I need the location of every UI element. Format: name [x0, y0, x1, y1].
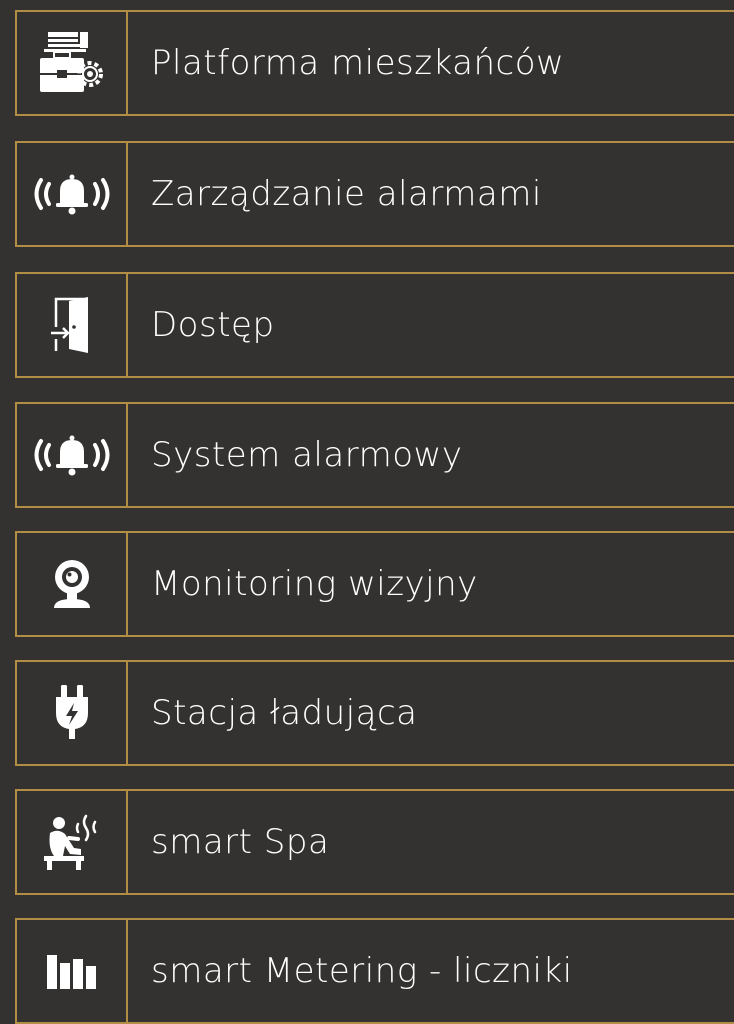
menu-item-label: Zarządzanie alarmami: [151, 174, 542, 214]
door-enter-icon: [50, 295, 94, 355]
menu-item-icon-cell: [17, 143, 128, 245]
menu-list: Platforma mieszkańców Zarządzanie alarma…: [0, 0, 734, 1024]
briefcase-documents-gear-icon: [36, 28, 108, 98]
menu-item-icon-cell: [17, 274, 128, 376]
menu-item-smart-spa[interactable]: smart Spa: [15, 789, 734, 895]
alarm-bell-icon: [29, 432, 115, 478]
menu-item-monitoring-wizyjny[interactable]: Monitoring wizyjny: [15, 531, 734, 637]
menu-item-label: Monitoring wizyjny: [151, 564, 478, 604]
menu-item-label: Platforma mieszkańców: [151, 43, 565, 83]
menu-item-icon-cell: [17, 791, 128, 893]
menu-item-label: System alarmowy: [151, 435, 463, 475]
menu-item-icon-cell: [17, 533, 128, 635]
meter-bars-icon: [45, 953, 99, 989]
menu-item-label: smart Metering - liczniki: [151, 951, 573, 991]
menu-item-label: Dostęp: [151, 305, 275, 345]
menu-item-icon-cell: [17, 404, 128, 506]
menu-item-zarzadzanie-alarmami[interactable]: Zarządzanie alarmami: [15, 141, 734, 247]
sauna-person-icon: [40, 812, 104, 872]
menu-item-icon-cell: [17, 12, 128, 114]
menu-item-platforma-mieszkancow[interactable]: Platforma mieszkańców: [15, 10, 734, 116]
alarm-bell-icon: [29, 171, 115, 217]
menu-item-icon-cell: [17, 920, 128, 1022]
menu-item-system-alarmowy[interactable]: System alarmowy: [15, 402, 734, 508]
menu-item-dostep[interactable]: Dostęp: [15, 272, 734, 378]
menu-item-label: Stacja ładująca: [151, 693, 418, 733]
menu-item-icon-cell: [17, 662, 128, 764]
menu-item-label: smart Spa: [151, 822, 330, 862]
menu-item-smart-metering[interactable]: smart Metering - liczniki: [15, 918, 734, 1024]
webcam-icon: [50, 558, 94, 610]
menu-item-stacja-ladujaca[interactable]: Stacja ładująca: [15, 660, 734, 766]
charging-plug-icon: [54, 685, 90, 741]
